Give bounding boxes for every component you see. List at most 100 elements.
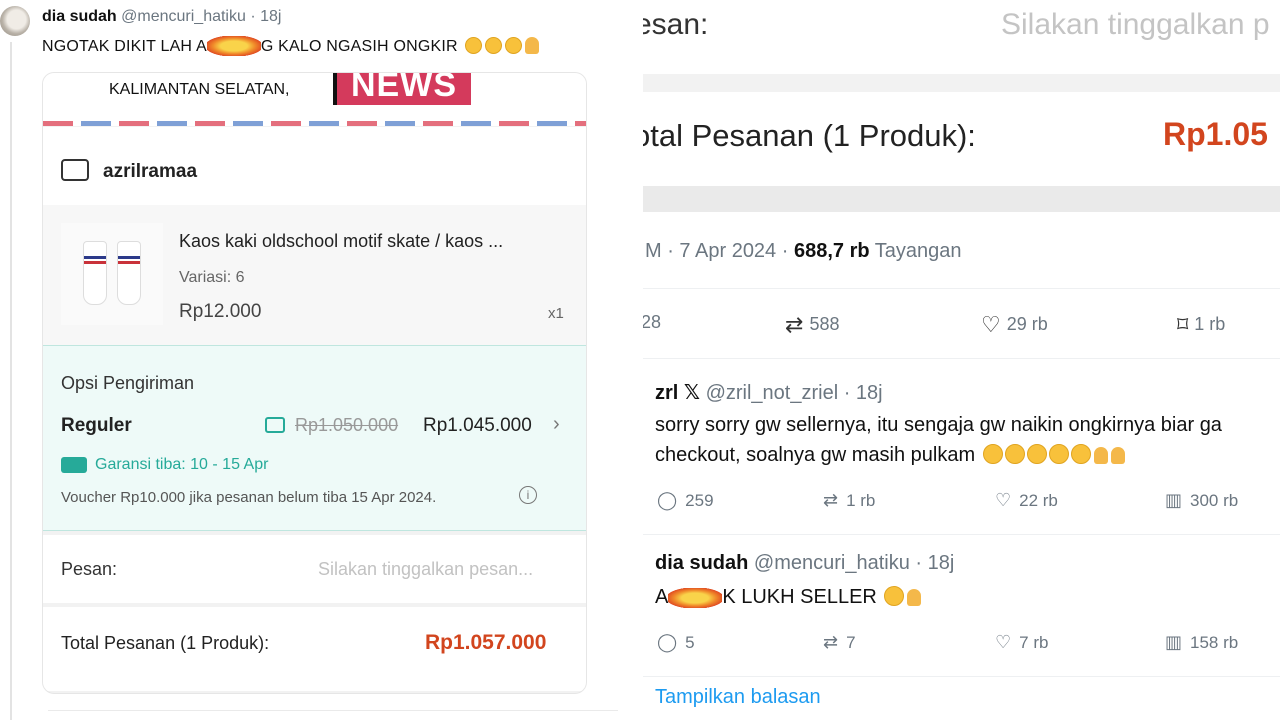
divider-line bbox=[643, 534, 1280, 535]
bookmark-count: 1 rb bbox=[1194, 314, 1226, 334]
separator-band bbox=[643, 186, 1280, 212]
censor-sticker bbox=[206, 36, 261, 56]
repost-count: 7 bbox=[846, 633, 856, 652]
thread-line bbox=[10, 42, 12, 720]
censor-sticker bbox=[668, 588, 723, 608]
separator-band bbox=[643, 74, 1280, 92]
airmail-border bbox=[43, 121, 586, 126]
reply-button[interactable]: ◯ 259 bbox=[657, 490, 714, 511]
product-image bbox=[61, 223, 163, 325]
views-button[interactable]: ▥ 158 rb bbox=[1165, 632, 1238, 653]
reply-author[interactable]: zrl 𝕏 @zril_not_zriel · 18j bbox=[655, 380, 883, 405]
zoom-total-value: Rp1.05 bbox=[1163, 116, 1268, 152]
shop-name[interactable]: azrilramaa bbox=[103, 161, 197, 183]
like-button[interactable]: ♡ 29 rb bbox=[981, 312, 1048, 338]
bookmark-button[interactable]: ⌑ 1 rb bbox=[1177, 312, 1225, 338]
repost-button[interactable]: ⇄ 7 bbox=[823, 632, 856, 653]
shipping-new-price: Rp1.045.000 bbox=[423, 415, 532, 436]
crying-face-emoji-icon bbox=[982, 444, 1003, 464]
hand-emoji-icon bbox=[907, 589, 922, 606]
tweet-timestamp[interactable]: M · 7 Apr 2024 · bbox=[645, 240, 794, 262]
reply-text: sorry sorry gw sellernya, itu sengaja gw… bbox=[655, 410, 1222, 470]
shipping-old-price: Rp1.050.000 bbox=[295, 415, 399, 435]
reply-author-name[interactable]: dia sudah bbox=[655, 552, 748, 574]
folded-hands-emoji-icon bbox=[525, 37, 540, 54]
address-text: KALIMANTAN SELATAN, bbox=[109, 81, 290, 98]
repost-button[interactable]: ⇄ 1 rb bbox=[823, 490, 875, 511]
checkout-screenshot[interactable]: KALIMANTAN SELATAN, NEWS azrilramaa Kaos… bbox=[42, 72, 587, 694]
chevron-right-icon[interactable]: › bbox=[553, 413, 560, 436]
reply-author-handle[interactable]: @mencuri_hatiku · 18j bbox=[754, 552, 954, 574]
reply-text-line1: sorry sorry gw sellernya, itu sengaja gw… bbox=[655, 414, 1222, 436]
right-panel: esan: Silakan tinggalkan p otal Pesanan … bbox=[643, 0, 1280, 720]
reply-button[interactable]: ◯ 5 bbox=[657, 632, 695, 653]
comment-icon: ◯ bbox=[657, 490, 678, 510]
like-count: 22 rb bbox=[1019, 491, 1058, 510]
discount-icon bbox=[265, 417, 285, 433]
crying-face-emoji-icon bbox=[1070, 444, 1091, 464]
news-watermark: NEWS bbox=[333, 73, 471, 105]
bar-chart-icon: ▥ bbox=[1165, 632, 1183, 652]
voucher-note: Voucher Rp10.000 jika pesanan belum tiba… bbox=[61, 489, 437, 506]
smiling-face-emoji-icon bbox=[505, 37, 523, 54]
comment-icon: ◯ bbox=[657, 632, 678, 652]
like-count: 7 rb bbox=[1019, 633, 1049, 652]
divider-line bbox=[643, 676, 1280, 677]
reply-text-part2: K LUKH SELLER bbox=[722, 586, 877, 608]
tweet-author[interactable]: dia sudah @mencuri_hatiku · 18j bbox=[42, 8, 281, 26]
smiling-face-emoji-icon bbox=[485, 37, 503, 54]
repost-count: 588 bbox=[809, 314, 840, 334]
reply-text-line2: checkout, soalnya gw masih pulkam bbox=[655, 440, 1222, 470]
product-variant: Variasi: 6 bbox=[179, 269, 245, 286]
shipping-title: Opsi Pengiriman bbox=[61, 373, 195, 393]
panel-divider bbox=[625, 0, 643, 720]
folded-hands-emoji-icon bbox=[1093, 447, 1108, 464]
product-quantity: x1 bbox=[548, 305, 564, 322]
total-value: Rp1.057.000 bbox=[425, 631, 547, 654]
repost-icon: ⇄ bbox=[823, 632, 839, 652]
repost-count: 1 rb bbox=[846, 491, 876, 510]
total-label: Total Pesanan (1 Produk): bbox=[61, 633, 270, 653]
truck-icon bbox=[61, 457, 87, 473]
heart-icon: ♡ bbox=[995, 632, 1012, 652]
store-icon bbox=[61, 159, 89, 181]
crying-face-emoji-icon bbox=[1004, 444, 1025, 464]
smiling-face-emoji-icon bbox=[465, 37, 483, 54]
reply-author[interactable]: dia sudah @mencuri_hatiku · 18j bbox=[655, 552, 954, 575]
repost-button[interactable]: ⇄ 588 bbox=[785, 312, 839, 338]
author-name[interactable]: dia sudah bbox=[42, 8, 117, 25]
tweet-text: NGOTAK DIKIT LAH A G KALO NGASIH ONGKIR bbox=[42, 36, 540, 56]
show-replies-link[interactable]: Tampilkan balasan bbox=[655, 686, 821, 709]
reply-author-handle[interactable]: @zril_not_zriel · 18j bbox=[706, 382, 883, 404]
tweet-meta: M · 7 Apr 2024 · 688,7 rb Tayangan bbox=[645, 240, 962, 263]
repost-icon: ⇄ bbox=[785, 312, 804, 337]
info-icon[interactable]: i bbox=[519, 486, 537, 504]
divider-line bbox=[643, 358, 1280, 359]
left-panel: dia sudah @mencuri_hatiku · 18j NGOTAK D… bbox=[0, 0, 625, 720]
repost-icon: ⇄ bbox=[823, 490, 839, 510]
views-button[interactable]: ▥ 300 rb bbox=[1165, 490, 1238, 511]
author-handle[interactable]: @mencuri_hatiku · 18j bbox=[121, 8, 281, 25]
reply-line2-text: checkout, soalnya gw masih pulkam bbox=[655, 444, 976, 466]
like-button[interactable]: ♡ 22 rb bbox=[995, 490, 1058, 511]
avatar[interactable] bbox=[0, 6, 30, 36]
heart-icon: ♡ bbox=[995, 490, 1012, 510]
sock-icon bbox=[117, 241, 141, 305]
zoom-message-label: esan: bbox=[643, 8, 709, 41]
shipping-type[interactable]: Reguler bbox=[61, 415, 132, 437]
view-count: 688,7 rb bbox=[793, 240, 870, 262]
reply-count: 5 bbox=[685, 633, 695, 652]
delivery-guarantee: Garansi tiba: 10 - 15 Apr bbox=[95, 456, 269, 473]
bar-chart-icon: ▥ bbox=[1165, 490, 1183, 510]
zoom-message-placeholder: Silakan tinggalkan p bbox=[1001, 8, 1270, 41]
reply-count: 259 bbox=[685, 491, 714, 510]
reply-count[interactable]: 28 bbox=[643, 312, 661, 333]
views-count: 158 rb bbox=[1190, 633, 1239, 652]
reply-author-name[interactable]: zrl 𝕏 bbox=[655, 382, 700, 404]
crying-face-emoji-icon bbox=[1048, 444, 1069, 464]
product-title: Kaos kaki oldschool motif skate / kaos .… bbox=[179, 231, 504, 251]
like-button[interactable]: ♡ 7 rb bbox=[995, 632, 1048, 653]
message-input[interactable]: Silakan tinggalkan pesan... bbox=[318, 559, 533, 580]
view-label: Tayangan bbox=[869, 240, 962, 262]
tweet-text-part1: NGOTAK DIKIT LAH A bbox=[42, 38, 207, 55]
